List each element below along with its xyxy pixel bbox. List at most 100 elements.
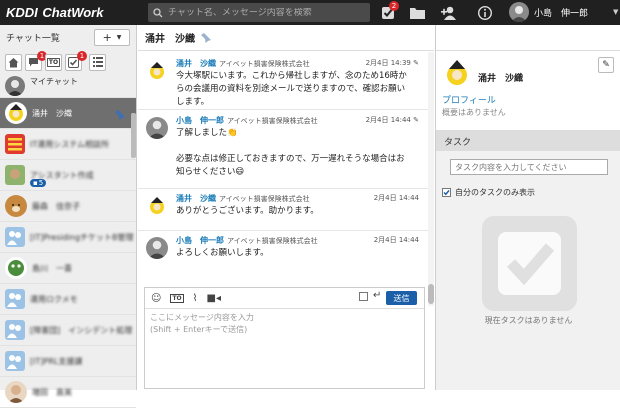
room-item[interactable]: アシスタント作成 ▪ 5	[0, 160, 136, 191]
add-contact-button[interactable]	[440, 4, 457, 21]
message-composer: ☺ TO ⌇ ■◂ ↵ 送信 ここにメッセージ内容を入力 (Shift + En…	[144, 287, 425, 389]
avatar	[146, 195, 168, 217]
edit-pencil-icon[interactable]: ✎	[413, 59, 419, 67]
message-body: 了解しました👏 必要な点は修正しておきますので、万一遅れそうな場合はお 知らせくださ…	[176, 128, 405, 177]
room-item[interactable]: IT運用システム相談所	[0, 129, 136, 160]
top-bar: KDDI ChatWork 2 小島 伸一郎 ▼	[0, 0, 620, 25]
list-icon	[92, 57, 103, 67]
my-task-filter[interactable]: 自分のタスクのみ表示	[442, 187, 535, 198]
enter-send-checkbox[interactable]	[359, 292, 368, 301]
task-input[interactable]	[450, 159, 608, 175]
room-info-panel: 涌井 沙織 ✎ プロフィール 概要はありません タスク 自分のタスクのみ表示 現…	[435, 25, 620, 390]
edit-pencil-icon[interactable]: ✎	[413, 116, 419, 124]
message-sender: 涌井 沙織 アイベット損害保険株式会社	[176, 59, 310, 68]
room-item[interactable]: 藤森 佳奈子	[0, 191, 136, 222]
add-chat-button[interactable]: + ▼	[94, 29, 130, 46]
avatar	[5, 76, 25, 96]
emoji-icon[interactable]: ☺	[151, 293, 161, 304]
edit-profile-button[interactable]: ✎	[598, 57, 614, 73]
room-name: [IT]PRL支援課	[30, 356, 83, 366]
info-icon	[477, 5, 492, 20]
message-time: 2月4日 14:44	[373, 194, 419, 202]
list-view-button[interactable]	[89, 53, 106, 71]
message-input[interactable]: ここにメッセージ内容を入力 (Shift + Enterキーで送信)	[145, 309, 424, 339]
filter-to-button[interactable]: TO	[45, 53, 62, 71]
message-timeline: 涌井 沙織 アイベット損害保険株式会社 2月4日 14:39 ✎ 今大塚駅にいます…	[138, 52, 428, 306]
divider	[138, 230, 428, 231]
user-menu[interactable]: 小島 伸一郎 ▼	[509, 2, 618, 22]
no-task-message: 現在タスクはありません	[484, 316, 573, 325]
room-icon	[5, 134, 25, 154]
send-button[interactable]: 送信	[386, 291, 417, 305]
message[interactable]: 小島 伸一郎 アイベット損害保険株式会社 2月4日 14:44 よろしくお願いしま…	[142, 235, 425, 267]
room-icon	[5, 227, 25, 247]
room-icon	[5, 289, 25, 309]
logo-chatwork: ChatWork	[42, 4, 104, 20]
message-body: ありがとうございます。助かります。	[176, 206, 319, 216]
message-body: 今大塚駅にいます。これから帰社しますが、念のため16時か らの会議用の資料を別途メ…	[176, 71, 407, 107]
filter-unread-button[interactable]: 1	[25, 50, 47, 71]
right-header-spacer	[436, 25, 620, 51]
task-button[interactable]: 2	[379, 1, 399, 21]
room-header: 涌井 沙織	[138, 25, 434, 51]
room-item[interactable]: 島川 一喜	[0, 253, 136, 284]
logo-kddi: KDDI	[6, 4, 38, 20]
avatar	[146, 237, 168, 259]
room-name: IT運用システム相談所	[30, 139, 110, 149]
search-input[interactable]	[168, 7, 348, 18]
message[interactable]: 小島 伸一郎 アイベット損害保険株式会社 2月4日 14:44 ✎ 了解しました👏…	[142, 115, 425, 183]
pin-icon[interactable]	[201, 32, 211, 43]
filter-home-button[interactable]	[5, 53, 22, 71]
room-name: 涌井 沙織	[32, 108, 72, 118]
message-time: 2月4日 14:39 ✎	[365, 59, 419, 67]
plus-icon: +	[102, 31, 112, 44]
user-avatar	[509, 2, 529, 22]
room-item[interactable]: 増田 直美	[0, 377, 136, 408]
room-item-wakui[interactable]: 涌井 沙織	[0, 98, 136, 129]
user-name: 小島 伸一郎	[534, 8, 589, 19]
room-icon	[5, 195, 27, 217]
search-box[interactable]	[148, 3, 370, 22]
folder-icon	[410, 7, 425, 19]
composer-toolbar: ☺ TO ⌇ ■◂ ↵ 送信	[145, 288, 424, 309]
message-sender: 小島 伸一郎 アイベット損害保険株式会社	[176, 116, 318, 125]
filter-task-button[interactable]: 1	[65, 50, 87, 71]
room-item[interactable]: [障害団] インシデント処理	[0, 315, 136, 346]
video-call-icon[interactable]: ■◂	[207, 293, 221, 304]
edit-pencil-icon: ✎	[602, 60, 610, 70]
room-item[interactable]: 運用ロクメモ	[0, 284, 136, 315]
to-button[interactable]: TO	[170, 293, 184, 303]
profile-avatar	[442, 58, 472, 88]
checkbox-checked-icon[interactable]	[442, 188, 451, 197]
timeline-scrollbar[interactable]	[428, 52, 434, 306]
message[interactable]: 涌井 沙織 アイベット損害保険株式会社 2月4日 14:39 ✎ 今大塚駅にいます…	[142, 58, 425, 107]
pin-icon[interactable]	[115, 110, 125, 120]
files-button[interactable]	[409, 4, 426, 21]
message[interactable]: 涌井 沙織 アイベット損害保険株式会社 2月4日 14:44 ありがとうございます…	[142, 193, 425, 225]
to-icon: TO	[46, 57, 61, 67]
chat-list-title: チャット一覧	[6, 34, 60, 44]
chevron-down-icon: ▼	[116, 34, 122, 41]
my-task-label: 自分のタスクのみ表示	[455, 188, 535, 197]
avatar	[5, 102, 27, 124]
info-button[interactable]	[476, 4, 493, 21]
room-item[interactable]: [IT]PresidingチケットB管理（ステータスなど）	[0, 222, 136, 253]
app-logo[interactable]: KDDI ChatWork	[0, 5, 148, 21]
profile-name: 涌井 沙織	[478, 74, 524, 84]
message-body: よろしくお願いします。	[176, 248, 269, 258]
chat-bubble-icon: ▪	[33, 179, 38, 187]
room-name: [障害団] インシデント処理	[30, 325, 133, 335]
attach-clip-icon[interactable]: ⌇	[193, 293, 198, 304]
room-item-my-chat[interactable]: マイチャット	[0, 74, 136, 98]
room-icon	[5, 351, 25, 371]
room-icon	[5, 381, 27, 403]
room-title: 涌井 沙織	[145, 34, 195, 45]
scrollbar-thumb[interactable]	[428, 284, 434, 304]
room-item[interactable]: [IT]PRL支援課	[0, 346, 136, 377]
profile-section: 涌井 沙織 ✎ プロフィール 概要はありません	[436, 51, 620, 131]
chat-list-scrollbar[interactable]	[131, 113, 136, 158]
room-list: マイチャット 涌井 沙織 IT運用システム相談所 アシスタント作成 ▪ 5 藤森 …	[0, 74, 136, 408]
task-filter-badge: 1	[77, 50, 87, 61]
add-user-icon	[440, 6, 456, 20]
profile-link[interactable]: プロフィール	[442, 93, 496, 106]
